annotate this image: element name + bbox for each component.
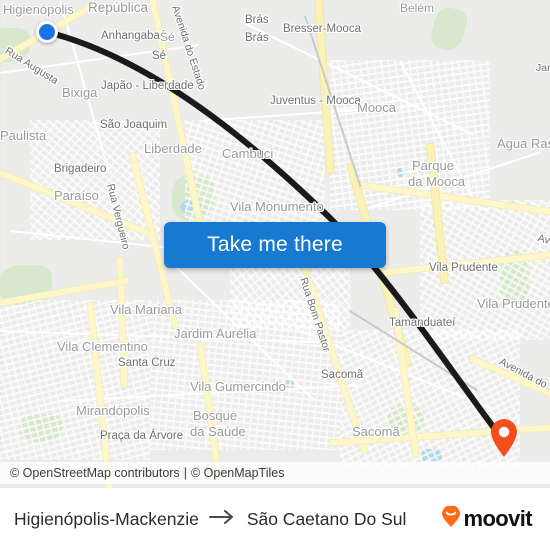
map-canvas[interactable]: Higienópolis República Brás Bresser-Mooca Be… <box>0 0 550 488</box>
take-me-there-button[interactable]: Take me there <box>164 222 386 268</box>
origin-marker-icon[interactable] <box>36 21 58 43</box>
attribution-separator: | <box>183 466 187 480</box>
arrow-right-icon <box>208 509 238 530</box>
trip-origin-label: Higienópolis-Mackenzie <box>14 508 199 529</box>
destination-pin-icon[interactable] <box>489 418 519 458</box>
moovit-pin-icon <box>441 504 461 533</box>
map-trip-screen: Higienópolis República Brás Bresser-Mooca Be… <box>0 0 550 550</box>
map-attribution: © OpenStreetMap contributors | © OpenMap… <box>0 462 550 484</box>
trip-destination-label: São Caetano Do Sul <box>246 508 407 529</box>
trip-summary: Higienópolis-Mackenzie São Caetano Do Su… <box>14 509 441 530</box>
osm-attribution-link[interactable]: © OpenStreetMap contributors <box>10 466 180 480</box>
trip-footer: Higienópolis-Mackenzie São Caetano Do Su… <box>0 488 550 550</box>
moovit-wordmark: moovit <box>463 506 532 531</box>
moovit-logo[interactable]: moovit <box>441 504 533 533</box>
openmaptiles-attribution-link[interactable]: © OpenMapTiles <box>191 466 285 480</box>
